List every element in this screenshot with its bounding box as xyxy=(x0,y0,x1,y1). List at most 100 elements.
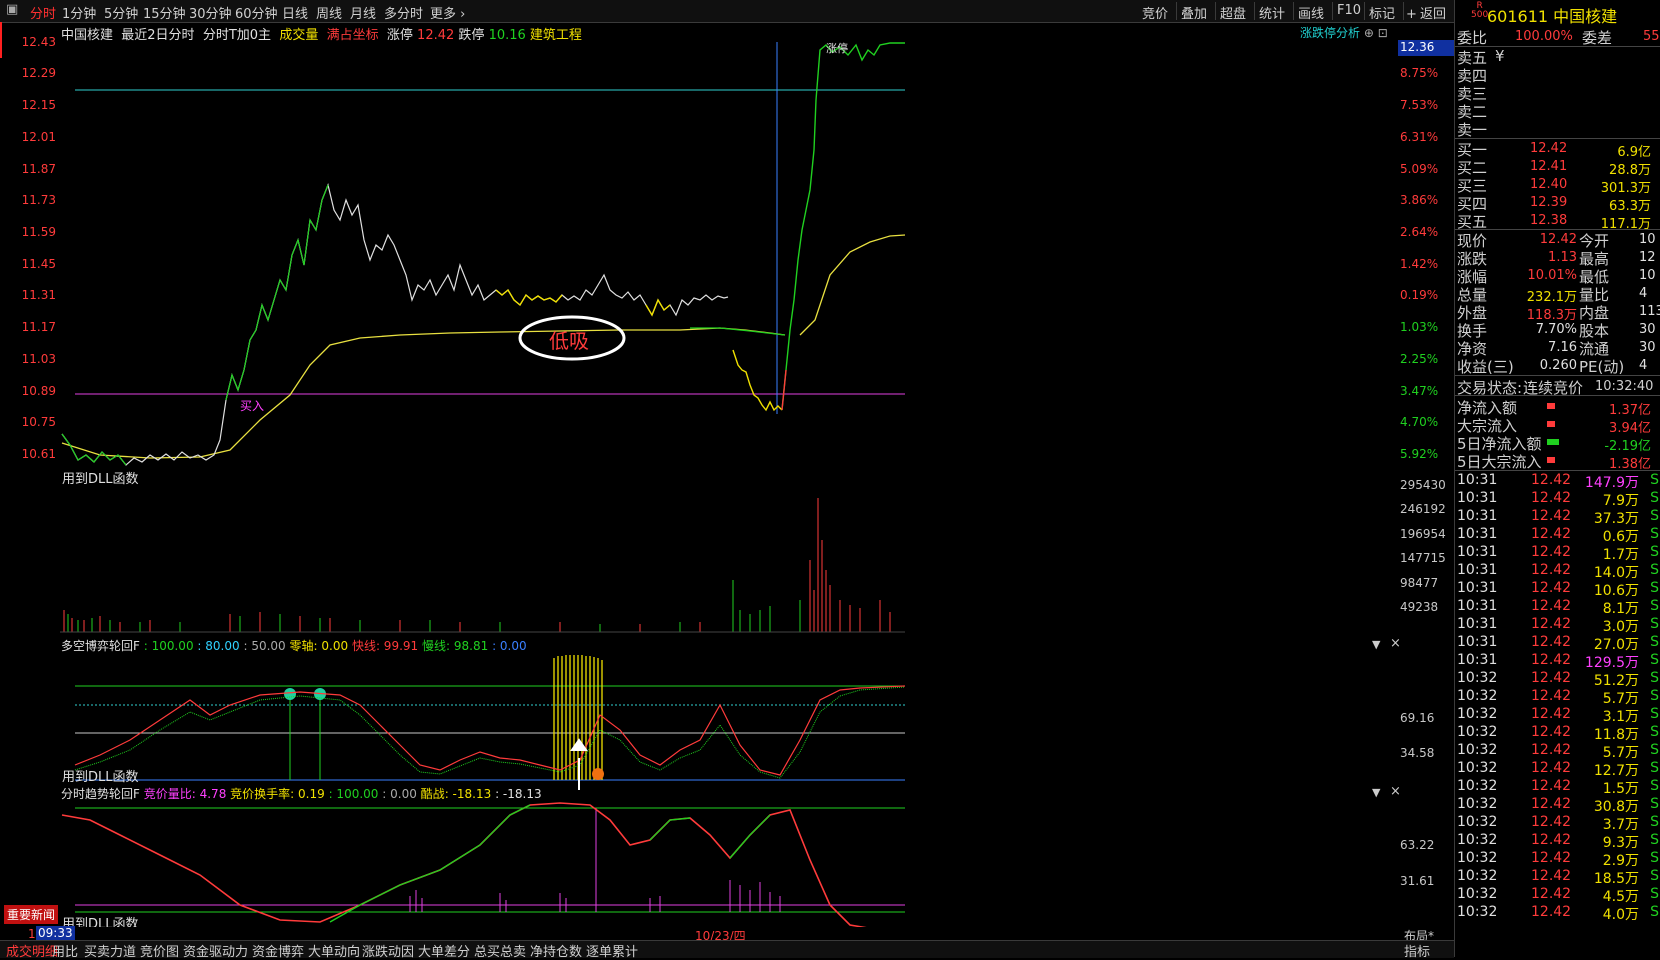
indicator2-close-icon[interactable]: × xyxy=(1390,784,1401,799)
tick-row[interactable]: 10:32 12.42 18.5万 S xyxy=(1455,868,1660,887)
tick-time: 10:31 xyxy=(1457,472,1498,488)
tick-time: 10:32 xyxy=(1457,868,1498,884)
buy-level-row: 买五 12.38 117.1万 xyxy=(1455,211,1660,232)
tick-time: 10:31 xyxy=(1457,652,1498,668)
tick-row[interactable]: 10:32 12.42 9.3万 S xyxy=(1455,832,1660,851)
tick-row[interactable]: 10:32 12.42 5.7万 S xyxy=(1455,688,1660,707)
indicator2-v2: : 0.00 xyxy=(382,787,417,801)
auction-turnover-value: : 0.19 xyxy=(290,787,325,801)
intraday-chart[interactable] xyxy=(0,0,1454,957)
tick-price: 12.42 xyxy=(1531,580,1572,596)
indicator1-name[interactable]: 多空博弈轮回F xyxy=(61,639,140,653)
auction-ratio-label: 竞价量比 xyxy=(143,787,192,801)
tick-row[interactable]: 10:31 12.42 3.0万 S xyxy=(1455,616,1660,635)
bottom-tab-force[interactable]: 买卖力道 xyxy=(84,941,136,960)
tick-row[interactable]: 10:32 12.42 5.7万 S xyxy=(1455,742,1660,761)
tick-row[interactable]: 10:32 12.42 2.9万 S xyxy=(1455,850,1660,869)
limit-up-marker: 涨停 xyxy=(826,42,848,55)
bottom-tab-total-trade[interactable]: 总买总卖 xyxy=(474,941,526,960)
tick-row[interactable]: 10:31 12.42 147.9万 S xyxy=(1455,472,1660,491)
tick-side: S xyxy=(1650,490,1659,506)
axis-tick: 69.16 xyxy=(1400,711,1435,725)
tick-volume: 0.6万 xyxy=(1602,529,1639,545)
tick-row[interactable]: 10:32 12.42 12.7万 S xyxy=(1455,760,1660,779)
bottom-tab-cause[interactable]: 涨跌动因 xyxy=(362,941,414,960)
tick-side: S xyxy=(1650,742,1659,758)
tick-side: S xyxy=(1650,868,1659,884)
tick-price: 12.42 xyxy=(1531,544,1572,560)
news-button[interactable]: 重要新闻 xyxy=(4,905,59,924)
stock-name-right: 中国核建 xyxy=(1553,7,1618,26)
tick-price: 12.42 xyxy=(1531,508,1572,524)
tick-row[interactable]: 10:32 12.42 3.7万 S xyxy=(1455,814,1660,833)
stat-value2: 113. xyxy=(1639,304,1660,319)
tick-side: S xyxy=(1650,850,1659,866)
bottom-tab-capital-drive[interactable]: 资金驱动力 xyxy=(183,941,248,960)
tick-side: S xyxy=(1650,796,1659,812)
tick-row[interactable]: 10:31 12.42 1.7万 S xyxy=(1455,544,1660,563)
tick-row[interactable]: 10:32 12.42 4.0万 S xyxy=(1455,904,1660,923)
tick-row[interactable]: 10:31 12.42 27.0万 S xyxy=(1455,634,1660,653)
tick-time: 10:32 xyxy=(1457,706,1498,722)
flow-row: 5日净流入额 -2.19亿 xyxy=(1455,433,1660,454)
tick-price: 12.42 xyxy=(1531,850,1572,866)
sell5-row: 卖五 ¥ xyxy=(1455,47,1660,67)
tick-row[interactable]: 10:32 12.42 30.8万 S xyxy=(1455,796,1660,815)
tick-price: 12.42 xyxy=(1531,796,1572,812)
indicator1-collapse-icon[interactable]: ▼ xyxy=(1372,638,1380,651)
tick-row[interactable]: 10:31 12.42 7.9万 S xyxy=(1455,490,1660,509)
tick-row[interactable]: 10:31 12.42 8.1万 S xyxy=(1455,598,1660,617)
tick-price: 12.42 xyxy=(1531,724,1572,740)
fast-line-value: : 99.91 xyxy=(375,639,419,653)
tick-row[interactable]: 10:31 12.42 37.3万 S xyxy=(1455,508,1660,527)
tick-price: 12.42 xyxy=(1531,868,1572,884)
tick-row[interactable]: 10:32 12.42 4.5万 S xyxy=(1455,886,1660,905)
tick-volume: 2.9万 xyxy=(1602,853,1639,869)
tick-time: 10:32 xyxy=(1457,724,1498,740)
tick-row[interactable]: 10:31 12.42 14.0万 S xyxy=(1455,562,1660,581)
stat-label: 收益(三) xyxy=(1457,358,1514,376)
indicator-button[interactable]: 指标 xyxy=(1404,941,1430,960)
tick-side: S xyxy=(1650,886,1659,902)
flow-row: 5日大宗流入 1.38亿 xyxy=(1455,451,1660,472)
tick-row[interactable]: 10:32 12.42 11.8万 S xyxy=(1455,724,1660,743)
tick-side: S xyxy=(1650,508,1659,524)
bottom-tab-order-diff[interactable]: 大单差分 xyxy=(418,941,470,960)
tick-row[interactable]: 10:32 12.42 3.1万 S xyxy=(1455,706,1660,725)
tick-time: 10:31 xyxy=(1457,490,1498,506)
bottom-tab-accumulate[interactable]: 逐单累计 xyxy=(586,941,638,960)
tick-volume: 129.5万 xyxy=(1584,655,1639,671)
bottom-tab-net-position[interactable]: 净持仓数 xyxy=(530,941,582,960)
tick-volume: 9.3万 xyxy=(1602,835,1639,851)
stat-value2: 4 xyxy=(1639,358,1648,373)
zero-axis-label: 零轴 xyxy=(289,639,314,653)
fast-line-label: 快线 xyxy=(351,639,376,653)
tick-row[interactable]: 10:31 12.42 129.5万 S xyxy=(1455,652,1660,671)
stat-row: 涨跌 1.13 最高 12 xyxy=(1455,248,1660,268)
tick-price: 12.42 xyxy=(1531,886,1572,902)
tick-row[interactable]: 10:32 12.42 51.2万 S xyxy=(1455,670,1660,689)
weibi-row: 委比 100.00% 委差 55 xyxy=(1455,27,1660,47)
tick-side: S xyxy=(1650,652,1659,668)
tick-side: S xyxy=(1650,688,1659,704)
tick-time: 10:32 xyxy=(1457,778,1498,794)
tick-row[interactable]: 10:31 12.42 10.6万 S xyxy=(1455,580,1660,599)
tick-row[interactable]: 10:31 12.42 0.6万 S xyxy=(1455,526,1660,545)
indicator2-collapse-icon[interactable]: ▼ xyxy=(1372,786,1380,799)
bottom-tab-auction[interactable]: 竞价图 xyxy=(140,941,179,960)
buy-level-price: 12.39 xyxy=(1530,195,1568,210)
stat-value: 0.260 xyxy=(1539,358,1577,373)
bottom-tab-bar: 成交明细 用比 买卖力道 竞价图 资金驱动力 资金博弈 大单动向 涨跌动因 大单… xyxy=(0,940,1454,960)
indicator1-close-icon[interactable]: × xyxy=(1390,636,1401,651)
indicator2-name[interactable]: 分时趋势轮回F xyxy=(61,787,140,801)
tick-row[interactable]: 10:32 12.42 1.5万 S xyxy=(1455,778,1660,797)
bottom-tab-detail[interactable]: 成交明细 xyxy=(6,941,58,960)
bottom-tab-ratio[interactable]: 用比 xyxy=(52,941,78,960)
bottom-tab-capital-game[interactable]: 资金博弈 xyxy=(252,941,304,960)
flow-row: 净流入额 1.37亿 xyxy=(1455,397,1660,418)
indicator2-header: 分时趋势轮回F 竞价量比: 4.78 竞价换手率: 0.19 : 100.00 … xyxy=(61,785,542,802)
flow-label: 5日大宗流入 xyxy=(1457,453,1542,471)
tick-side: S xyxy=(1650,544,1659,560)
bottom-tab-big-order[interactable]: 大单动向 xyxy=(308,941,360,960)
tick-price: 12.42 xyxy=(1531,562,1572,578)
